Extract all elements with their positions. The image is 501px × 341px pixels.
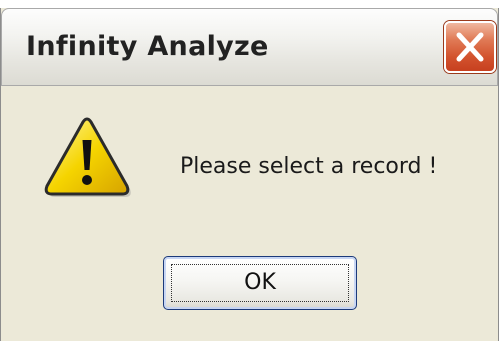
- warning-icon: [44, 117, 131, 197]
- dialog-body: Please select a record ! OK: [1, 86, 498, 341]
- message-dialog: Infinity Analyze Please select a record …: [0, 8, 499, 341]
- close-icon: [456, 32, 484, 62]
- title-bar[interactable]: Infinity Analyze: [1, 8, 498, 86]
- close-button[interactable]: [444, 21, 496, 73]
- ok-button-label: OK: [244, 270, 276, 295]
- window-title: Infinity Analyze: [26, 31, 269, 62]
- ok-button[interactable]: OK: [163, 256, 357, 310]
- dialog-message: Please select a record !: [180, 154, 438, 179]
